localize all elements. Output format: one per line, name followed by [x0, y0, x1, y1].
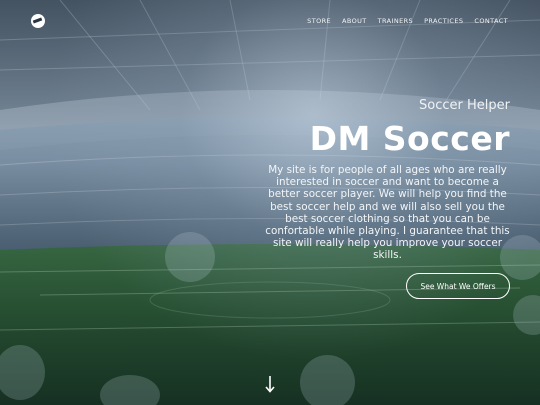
nav-menu: STORE ABOUT TRAINERS PRACTICES CONTACT [307, 17, 508, 25]
soccer-ball-icon[interactable] [31, 14, 45, 28]
hero-description: My site is for people of all ages who ar… [265, 164, 510, 262]
bokeh-light [300, 355, 355, 405]
nav-item-trainers[interactable]: TRAINERS [378, 17, 413, 25]
nav-item-practices[interactable]: PRACTICES [424, 17, 463, 25]
arrow-down-icon[interactable] [264, 375, 276, 393]
hero-section: Soccer Helper DM Soccer My site is for p… [265, 98, 510, 262]
nav-item-store[interactable]: STORE [307, 17, 331, 25]
hero-title: DM Soccer [309, 119, 510, 158]
bokeh-light [165, 232, 215, 282]
see-offers-button[interactable]: See What We Offers [406, 273, 510, 299]
nav-item-contact[interactable]: CONTACT [474, 17, 508, 25]
nav-item-about[interactable]: ABOUT [342, 17, 367, 25]
hero-subtitle: Soccer Helper [419, 98, 510, 113]
top-navigation: STORE ABOUT TRAINERS PRACTICES CONTACT [0, 0, 540, 42]
